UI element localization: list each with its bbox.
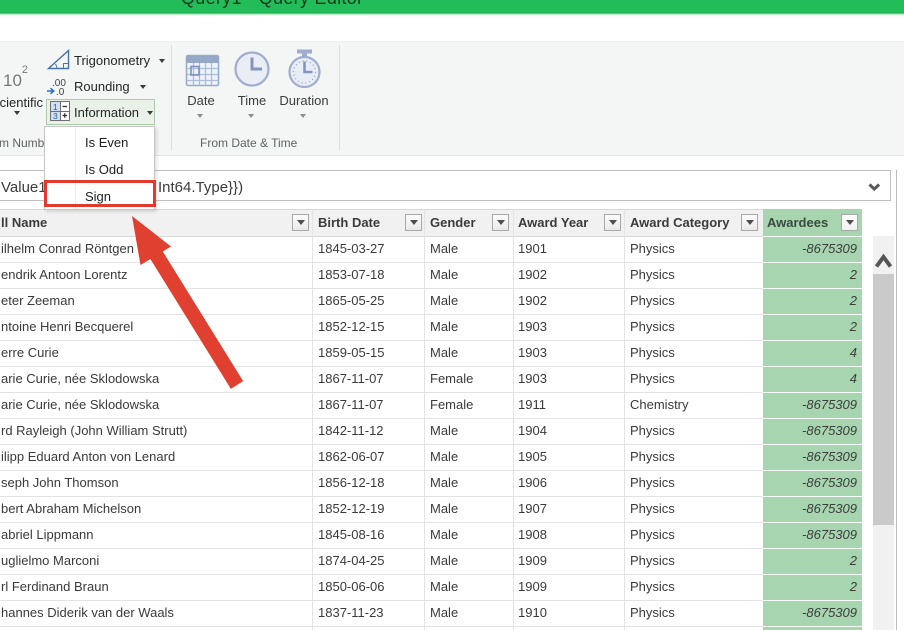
- svg-text:3: 3: [53, 111, 58, 121]
- svg-text:.0: .0: [56, 87, 65, 98]
